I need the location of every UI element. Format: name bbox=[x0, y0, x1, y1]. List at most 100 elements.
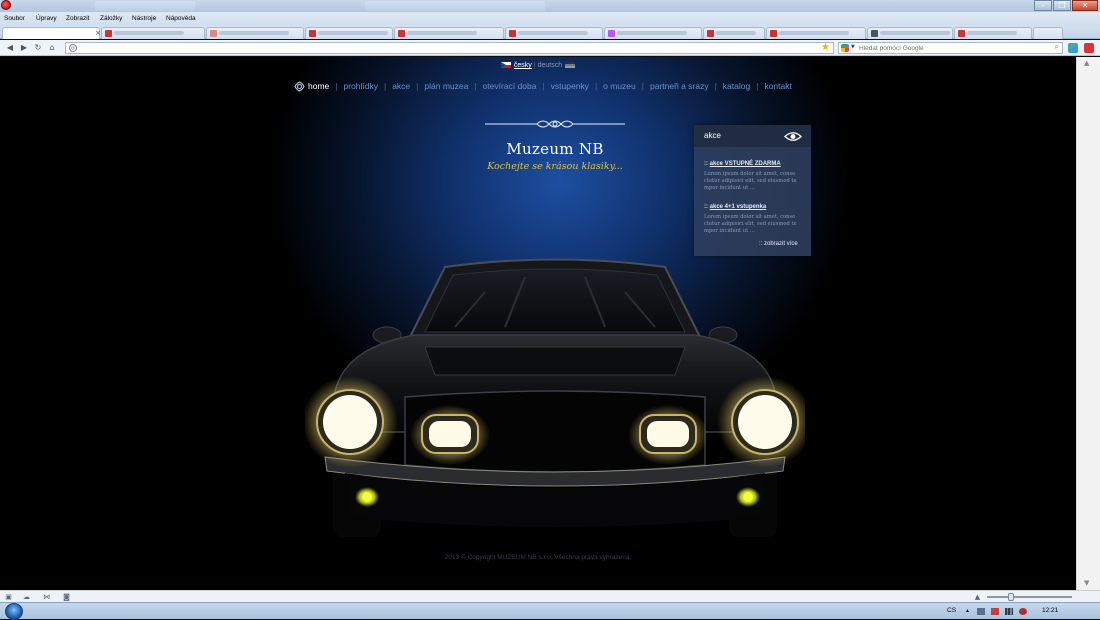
logo-ornament-icon bbox=[485, 120, 625, 128]
menu-upravy[interactable]: Úpravy bbox=[36, 13, 57, 24]
nav-partneri[interactable]: partneři a srazy bbox=[650, 81, 709, 91]
nav-o-muzeu[interactable]: o muzeu bbox=[603, 81, 636, 91]
menu-napoveda[interactable]: Nápověda bbox=[166, 13, 196, 24]
maximize-button[interactable]: ❐ bbox=[1053, 0, 1071, 11]
tab[interactable] bbox=[206, 27, 304, 39]
czech-flag-icon[interactable] bbox=[500, 62, 511, 69]
home-button-icon[interactable]: ⌂ bbox=[46, 42, 58, 54]
tab[interactable] bbox=[505, 27, 603, 39]
new-tab-button[interactable] bbox=[1033, 27, 1063, 39]
start-button[interactable] bbox=[5, 603, 23, 620]
nav-katalog[interactable]: katalog bbox=[723, 81, 750, 91]
forward-icon[interactable]: ▶ bbox=[18, 42, 30, 54]
nav-home[interactable]: home bbox=[308, 81, 329, 91]
tab[interactable] bbox=[766, 27, 866, 39]
german-language-link[interactable]: deutsch bbox=[538, 62, 563, 69]
events-panel-title: akce bbox=[704, 131, 721, 140]
main-navigation: home | prohlídky | akce | plán muzea | o… bbox=[294, 79, 792, 93]
search-input[interactable] bbox=[859, 43, 1049, 53]
camera-icon[interactable]: ◙ bbox=[62, 593, 71, 601]
search-engine-dropdown-icon[interactable]: ▼ bbox=[851, 44, 855, 50]
zoom-out-icon[interactable]: ▲ bbox=[973, 593, 982, 601]
nav-separator: | bbox=[383, 81, 387, 91]
share-icon[interactable]: ⋈ bbox=[42, 593, 51, 601]
tab[interactable] bbox=[954, 27, 1032, 39]
navigation-bar: ◀ ▶ ↻ ⌂ ◎ ★ ▼ ⌕ bbox=[0, 40, 1100, 56]
zoom-slider[interactable] bbox=[987, 596, 1072, 598]
tray-flag-icon[interactable] bbox=[991, 608, 999, 615]
search-icon[interactable]: ⌕ bbox=[1055, 42, 1059, 52]
nav-separator: | bbox=[416, 81, 419, 91]
tab[interactable] bbox=[867, 27, 953, 39]
input-language-indicator[interactable]: CS bbox=[947, 607, 956, 614]
nav-separator: | bbox=[714, 81, 717, 91]
bookmark-star-icon[interactable]: ★ bbox=[821, 42, 830, 54]
back-icon[interactable]: ◀ bbox=[4, 42, 16, 54]
tray-app-icon[interactable] bbox=[977, 608, 985, 615]
status-bar: ▣ ☁ ⋈ ◙ ▲ bbox=[0, 590, 1100, 602]
show-more-link[interactable]: :: zobrazit více bbox=[759, 241, 798, 247]
address-bar[interactable]: ◎ ★ bbox=[65, 42, 834, 54]
taskbar: CS ▲ 12:21 bbox=[0, 602, 1100, 620]
network-icon[interactable] bbox=[1005, 608, 1013, 615]
tab-close-icon[interactable]: × bbox=[95, 29, 101, 37]
addon-icon[interactable] bbox=[1068, 43, 1078, 53]
browser-logo-icon[interactable] bbox=[1, 0, 11, 10]
menu-zobrazit[interactable]: Zobrazit bbox=[66, 13, 89, 24]
event-item-title[interactable]: akce VSTUPNÉ ZDARMA bbox=[710, 161, 781, 167]
home-ornament-icon bbox=[294, 80, 305, 92]
language-separator: | bbox=[533, 62, 536, 69]
tab[interactable] bbox=[703, 27, 765, 39]
cloud-icon[interactable]: ☁ bbox=[22, 593, 31, 601]
german-flag-icon[interactable] bbox=[565, 62, 576, 69]
tab[interactable] bbox=[305, 27, 393, 39]
vertical-scrollbar[interactable]: ▲ ▼ bbox=[1076, 57, 1100, 590]
search-box[interactable]: ▼ ⌕ bbox=[838, 42, 1063, 54]
events-panel: akce :: akce VSTUPNÉ ZDARMA Lorem ipsum … bbox=[694, 125, 811, 256]
tab[interactable] bbox=[394, 27, 504, 39]
browser-title-bar: – ❐ ✕ bbox=[0, 0, 1100, 12]
nav-separator: | bbox=[641, 81, 644, 91]
clock[interactable]: 12:21 bbox=[1042, 607, 1058, 614]
language-switcher: česky | deutsch bbox=[0, 61, 1076, 71]
window-title-area bbox=[95, 1, 895, 12]
events-panel-header: akce bbox=[694, 125, 811, 147]
nav-separator: | bbox=[335, 81, 338, 91]
site-identity-icon[interactable]: ◎ bbox=[69, 44, 77, 52]
tab[interactable] bbox=[101, 27, 205, 39]
volume-icon[interactable] bbox=[1019, 608, 1027, 615]
site-title: Muzeum NB bbox=[506, 140, 604, 158]
event-item-2-link[interactable]: :: akce 4+1 vstupenka bbox=[704, 204, 766, 210]
event-item-1-text: Lorem ipsum dolor sit amet, conse ctetur… bbox=[704, 171, 797, 191]
nav-oteviraci-doba[interactable]: otevírací doba bbox=[483, 81, 537, 91]
nav-separator: | bbox=[474, 81, 477, 91]
nav-separator: | bbox=[542, 81, 545, 91]
minimize-button[interactable]: – bbox=[1034, 0, 1052, 11]
zoom-slider-thumb[interactable] bbox=[1008, 593, 1014, 601]
menu-zalozky[interactable]: Záložky bbox=[100, 13, 122, 24]
nav-plan-muzea[interactable]: plán muzea bbox=[424, 81, 468, 91]
nav-vstupenky[interactable]: vstupenky bbox=[551, 81, 589, 91]
tab-current[interactable]: × bbox=[2, 27, 101, 39]
czech-language-link[interactable]: česky bbox=[514, 62, 532, 69]
web-page: česky | deutsch home | prohlídky | akce | … bbox=[0, 57, 1076, 590]
tab[interactable] bbox=[604, 27, 702, 39]
nav-prohlidky[interactable]: prohlídky bbox=[343, 81, 378, 91]
menu-nastroje[interactable]: Nástroje bbox=[132, 13, 156, 24]
nav-akce[interactable]: akce bbox=[392, 81, 410, 91]
scroll-down-icon[interactable]: ▼ bbox=[1084, 579, 1089, 587]
event-item-title[interactable]: akce 4+1 vstupenka bbox=[710, 204, 767, 210]
event-item-2-text: Lorem ipsum dolor sit amet, conse ctetur… bbox=[704, 214, 797, 234]
addon-icon[interactable] bbox=[1084, 43, 1094, 53]
panel-toggle-icon[interactable]: ▣ bbox=[4, 593, 13, 601]
nav-kontakt[interactable]: kontakt bbox=[764, 81, 791, 91]
reload-icon[interactable]: ↻ bbox=[32, 42, 44, 54]
close-window-button[interactable]: ✕ bbox=[1072, 0, 1098, 11]
eye-icon[interactable] bbox=[784, 131, 802, 142]
menu-soubor[interactable]: Soubor bbox=[4, 13, 25, 24]
scroll-up-icon[interactable]: ▲ bbox=[1084, 59, 1089, 67]
tray-expand-icon[interactable]: ▲ bbox=[965, 608, 970, 614]
event-item-1-link[interactable]: :: akce VSTUPNÉ ZDARMA bbox=[704, 161, 781, 167]
google-icon[interactable] bbox=[841, 44, 849, 52]
site-logo[interactable]: Muzeum NB Kochejte se krásou klasiky... bbox=[470, 117, 640, 177]
